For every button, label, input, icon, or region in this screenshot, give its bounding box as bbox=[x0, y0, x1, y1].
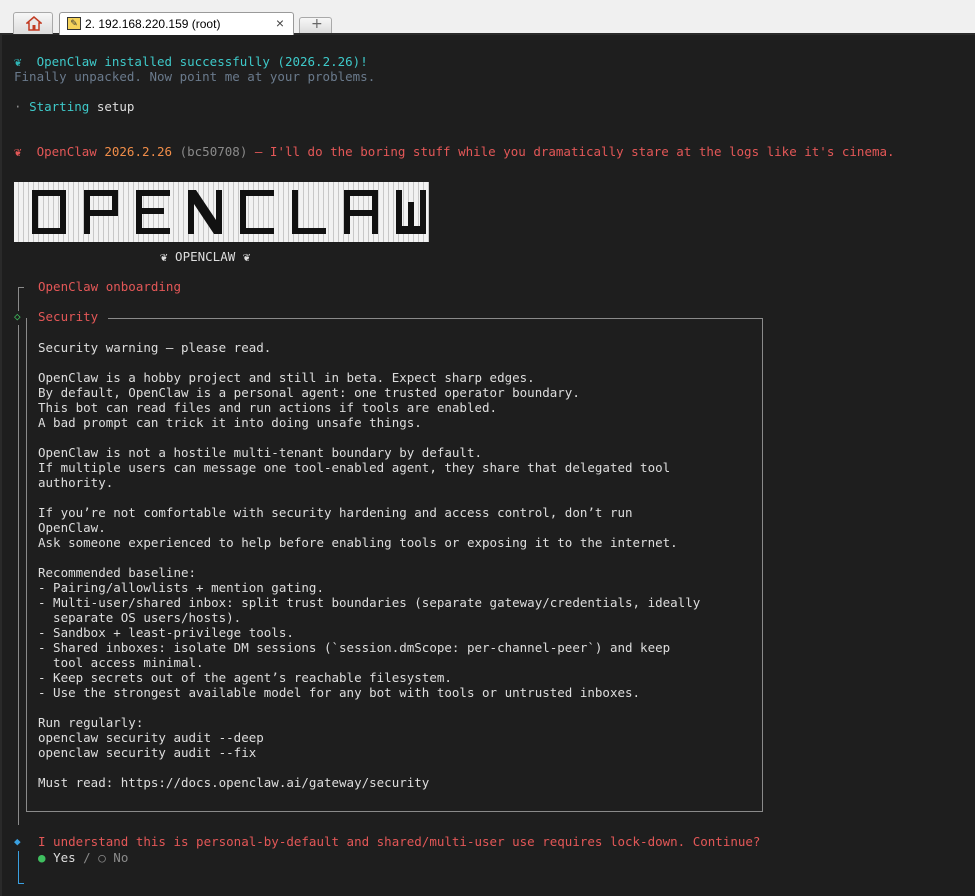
prompt-options: ● Yes / ○ No bbox=[38, 850, 128, 865]
banner-line: ❦ OpenClaw 2026.2.26 (bc50708) — I'll do… bbox=[14, 144, 895, 159]
home-tab[interactable] bbox=[13, 12, 53, 34]
option-separator: / bbox=[83, 850, 91, 865]
setup-line: · Starting setup bbox=[14, 99, 134, 114]
terminal-session-icon: ✎ bbox=[67, 17, 81, 30]
option-yes[interactable]: Yes bbox=[53, 850, 76, 865]
terminal-pane[interactable]: ❦ OpenClaw installed successfully (2026.… bbox=[0, 35, 975, 896]
rail bbox=[18, 325, 19, 825]
prompt-question: I understand this is personal-by-default… bbox=[38, 834, 761, 849]
tab-bar: ✎ 2. 192.168.220.159 (root) × + bbox=[0, 0, 975, 35]
option-no[interactable]: No bbox=[113, 850, 128, 865]
tab-session[interactable]: ✎ 2. 192.168.220.159 (root) × bbox=[59, 12, 294, 35]
security-box-border bbox=[26, 318, 763, 812]
tab-title: 2. 192.168.220.159 (root) bbox=[85, 17, 221, 31]
radio-unselected-icon[interactable]: ○ bbox=[98, 850, 106, 865]
new-tab-button[interactable]: + bbox=[299, 16, 332, 33]
radio-selected-icon[interactable]: ● bbox=[38, 850, 46, 865]
home-icon bbox=[26, 16, 42, 31]
install-line: ❦ OpenClaw installed successfully (2026.… bbox=[14, 54, 368, 69]
plus-icon: + bbox=[311, 16, 323, 32]
bullet-icon: · bbox=[14, 99, 22, 114]
logo-caption: ❦ OPENCLAW ❦ bbox=[160, 249, 251, 264]
install-message: OpenClaw installed successfully (2026.2.… bbox=[36, 54, 368, 69]
lobster-icon: ❦ bbox=[14, 54, 22, 69]
step-diamond-icon: ◇ bbox=[14, 310, 21, 323]
onboarding-title: OpenClaw onboarding bbox=[38, 279, 181, 294]
banner-name: OpenClaw bbox=[36, 144, 97, 159]
lobster-icon: ❦ bbox=[14, 144, 22, 159]
setup-word-starting: Starting bbox=[29, 99, 90, 114]
setup-word-setup: setup bbox=[96, 99, 135, 114]
prompt-diamond-icon: ◆ bbox=[14, 835, 21, 848]
close-icon[interactable]: × bbox=[276, 15, 284, 31]
unpacked-message: Finally unpacked. Now point me at your p… bbox=[14, 69, 376, 84]
rail bbox=[18, 287, 19, 311]
openclaw-logo-glyphs bbox=[32, 190, 426, 234]
banner-version: 2026.2.26 bbox=[104, 144, 173, 159]
prompt-rail-cap bbox=[18, 883, 24, 884]
openclaw-logo bbox=[14, 182, 429, 242]
prompt-rail bbox=[18, 851, 19, 883]
banner-hash: (bc50708) bbox=[179, 144, 248, 159]
banner-tagline: — I'll do the boring stuff while you dra… bbox=[254, 144, 895, 159]
